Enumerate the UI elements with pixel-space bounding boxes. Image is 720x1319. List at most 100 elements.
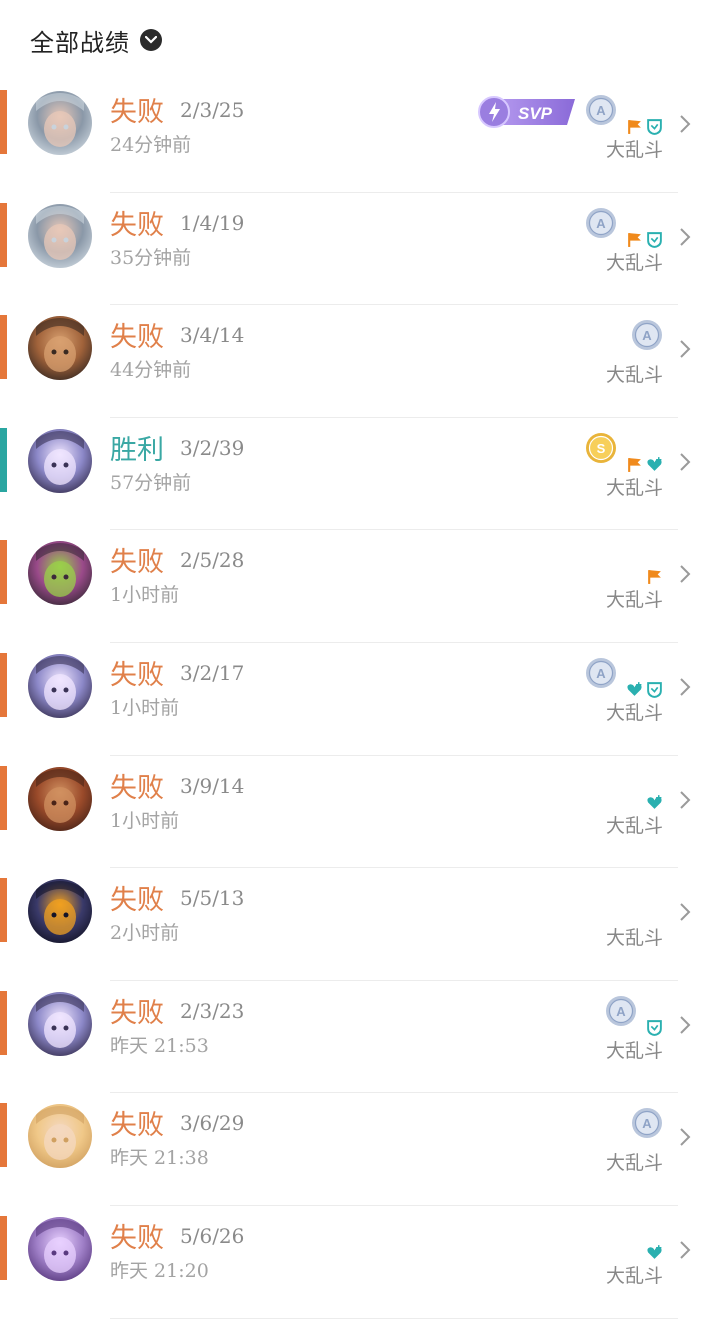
match-time: 昨天 21:53 (110, 1034, 209, 1057)
result-indicator (0, 90, 7, 154)
match-row[interactable]: 胜利 3/2/39 57分钟前 S 大乱斗 (0, 418, 720, 531)
chevron-right-icon[interactable] (678, 1127, 692, 1147)
divider (110, 1317, 678, 1319)
game-mode: 大乱斗 (605, 251, 663, 274)
match-row[interactable]: 失败 2/3/25 24分钟前 SVP A 大乱斗 (0, 80, 720, 193)
game-mode: 大乱斗 (605, 1152, 663, 1175)
match-row[interactable]: 失败 5/6/26 昨天 21:20 大乱斗 (0, 1206, 720, 1319)
game-mode: 大乱斗 (605, 701, 663, 724)
result-indicator (0, 878, 7, 943)
result-indicator (0, 1103, 7, 1168)
svg-text:A: A (642, 1116, 652, 1131)
match-row[interactable]: 失败 5/5/13 2小时前 大乱斗 (0, 868, 720, 981)
match-time: 2小时前 (110, 922, 180, 945)
result-indicator (0, 1215, 7, 1280)
game-mode: 大乱斗 (605, 814, 663, 837)
result-indicator (0, 765, 7, 830)
chevron-right-icon[interactable] (678, 677, 692, 697)
champion-avatar (28, 91, 92, 155)
chevron-right-icon[interactable] (678, 790, 692, 810)
chevron-right-icon[interactable] (678, 1240, 692, 1260)
chevron-right-icon[interactable] (678, 114, 692, 134)
match-list: 失败 2/3/25 24分钟前 SVP A 大乱斗 失败 1/4/19 35分钟… (0, 80, 720, 1319)
champion-avatar (28, 1216, 92, 1281)
svg-text:S: S (597, 441, 606, 456)
champion-avatar (28, 653, 92, 718)
svg-text:A: A (642, 328, 652, 343)
match-row[interactable]: 失败 3/9/14 1小时前 大乱斗 (0, 756, 720, 869)
match-time: 44分钟前 (110, 359, 192, 382)
game-mode: 大乱斗 (605, 927, 663, 950)
match-time: 1小时前 (110, 809, 180, 832)
match-result: 失败 (110, 772, 164, 804)
game-mode: 大乱斗 (605, 364, 663, 387)
kda: 3/6/29 (180, 1111, 245, 1136)
match-row[interactable]: 失败 1/4/19 35分钟前 A 大乱斗 (0, 193, 720, 306)
kda: 3/2/17 (180, 660, 245, 685)
medal-icon: A (585, 94, 617, 130)
badges: A (605, 995, 637, 1031)
medal-icon: A (631, 1107, 663, 1143)
match-result: 失败 (110, 209, 164, 241)
chevron-right-icon[interactable] (678, 452, 692, 472)
kda: 5/6/26 (180, 1223, 245, 1248)
match-result: 失败 (110, 997, 164, 1029)
match-result: 失败 (110, 97, 164, 128)
chevron-right-icon[interactable] (678, 902, 692, 922)
match-row[interactable]: 失败 3/2/17 1小时前 A 大乱斗 (0, 643, 720, 756)
medal-icon: A (585, 657, 617, 693)
game-mode: 大乱斗 (605, 139, 663, 161)
badges: A (631, 319, 663, 355)
champion-avatar (28, 879, 92, 944)
game-mode: 大乱斗 (605, 1039, 663, 1062)
match-row[interactable]: 失败 3/6/29 昨天 21:38 A 大乱斗 (0, 1093, 720, 1206)
champion-avatar (28, 316, 92, 381)
match-result: 失败 (110, 885, 164, 917)
medal-icon: A (631, 319, 663, 355)
medal-icon: A (605, 995, 637, 1031)
chevron-down-icon[interactable] (140, 29, 162, 51)
result-indicator (0, 427, 7, 492)
match-time: 昨天 21:38 (110, 1147, 209, 1170)
match-row[interactable]: 失败 2/5/28 1小时前 大乱斗 (0, 530, 720, 643)
badges: SVP A (477, 94, 617, 130)
kda: 2/3/25 (180, 98, 245, 122)
svg-text:A: A (596, 216, 606, 231)
match-time: 1小时前 (110, 696, 180, 719)
result-indicator (0, 652, 7, 717)
chevron-right-icon[interactable] (678, 564, 692, 584)
badges: A (585, 207, 617, 243)
match-row[interactable]: 失败 2/3/23 昨天 21:53 A 大乱斗 (0, 981, 720, 1094)
chevron-right-icon[interactable] (678, 227, 692, 247)
medal-icon: S (585, 432, 617, 468)
match-time: 57分钟前 (110, 471, 192, 494)
match-time: 35分钟前 (110, 246, 192, 269)
result-indicator (0, 990, 7, 1055)
champion-avatar (28, 428, 92, 493)
match-time: 1小时前 (110, 584, 180, 607)
kda: 5/5/13 (180, 886, 245, 911)
match-result: 失败 (110, 1110, 164, 1142)
header[interactable]: 全部战绩 (0, 0, 720, 80)
svp-badge: SVP (478, 96, 575, 128)
svg-text:A: A (596, 666, 606, 681)
game-mode: 大乱斗 (605, 589, 663, 612)
page-title[interactable]: 全部战绩 (30, 23, 130, 58)
badges: S (585, 432, 617, 468)
kda: 3/4/14 (180, 323, 245, 348)
match-result: 失败 (110, 659, 164, 691)
match-time: 24分钟前 (110, 134, 192, 156)
kda: 3/2/39 (180, 435, 245, 460)
chevron-right-icon[interactable] (678, 1015, 692, 1035)
match-row[interactable]: 失败 3/4/14 44分钟前 A 大乱斗 (0, 305, 720, 418)
kda: 1/4/19 (180, 210, 245, 235)
chevron-right-icon[interactable] (678, 339, 692, 359)
result-indicator (0, 202, 7, 267)
badges: A (585, 657, 617, 693)
champion-avatar (28, 541, 92, 606)
game-mode: 大乱斗 (605, 1264, 663, 1287)
medal-icon: A (585, 207, 617, 243)
match-result: 失败 (110, 1222, 164, 1254)
champion-avatar (28, 203, 92, 268)
kda: 2/3/23 (180, 998, 245, 1023)
